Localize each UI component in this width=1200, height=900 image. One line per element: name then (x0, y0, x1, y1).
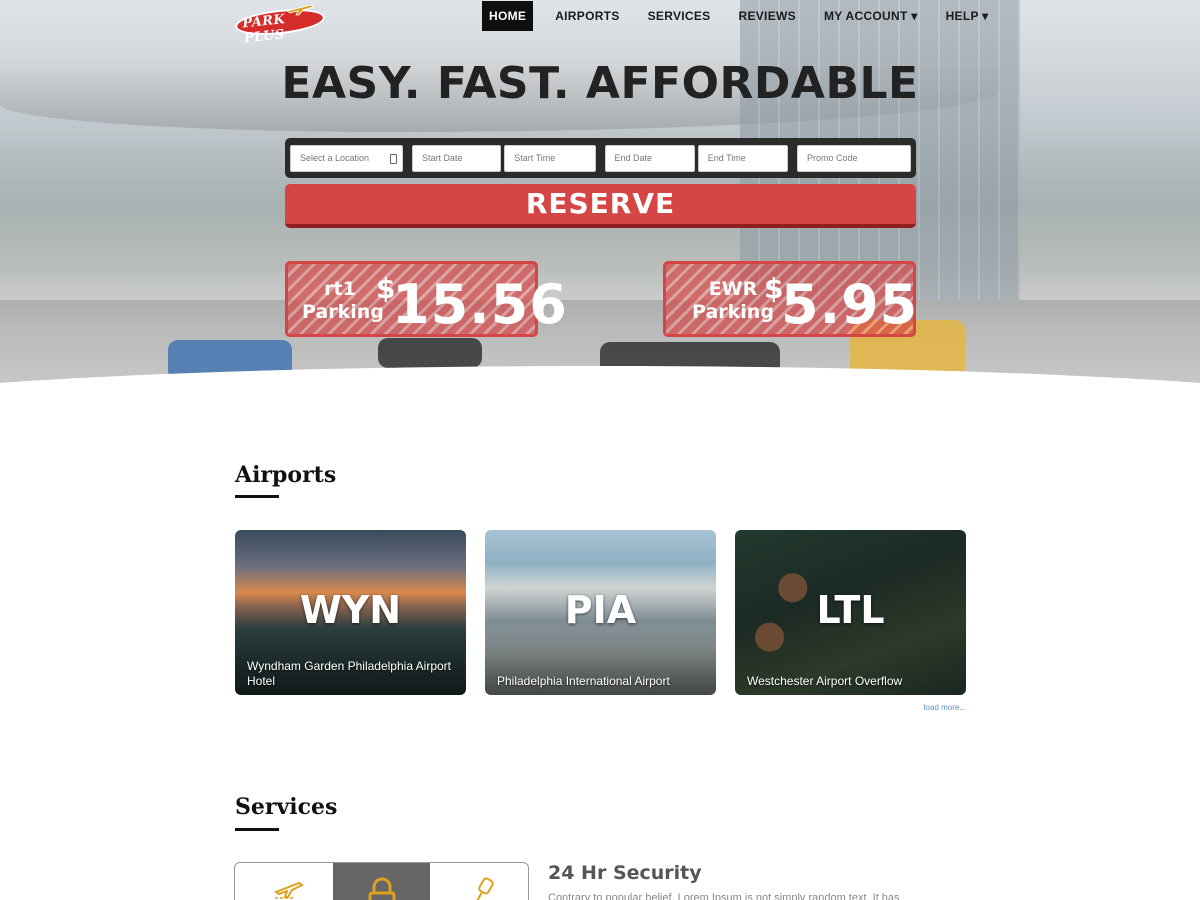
airport-card-pia[interactable]: PIA Philadelphia International Airport (485, 530, 716, 695)
airport-name: Wyndham Garden Philadelphia Airport Hote… (247, 659, 452, 688)
load-more-link[interactable]: load more... (924, 703, 966, 712)
main-nav: HOME AIRPORTS SERVICES REVIEWS MY ACCOUN… (482, 1, 1003, 31)
services-heading-underline (235, 828, 279, 831)
airplane-icon (273, 881, 304, 899)
airport-card-wyn[interactable]: WYN Wyndham Garden Philadelphia Airport … (235, 530, 466, 695)
nav-my-account-dropdown[interactable]: MY ACCOUNT ▾ (810, 1, 932, 31)
location-dropdown-icon (390, 153, 397, 164)
logo-airplane-icon (286, 4, 314, 16)
promo-price: 15.56 (392, 273, 568, 336)
promo-code-input[interactable]: Promo Code (797, 144, 911, 172)
service-tab-airport-transfer[interactable] (235, 863, 333, 900)
airport-code: LTL (816, 588, 885, 632)
nav-home[interactable]: HOME (482, 1, 534, 31)
airports-heading: Airports (235, 462, 337, 488)
reserve-button[interactable]: RESERVE (285, 184, 916, 228)
service-heading: 24 Hr Security (548, 862, 702, 884)
promo-type: Parking (302, 301, 384, 323)
hero-car (378, 338, 482, 368)
hero-bottom-curve (0, 366, 1200, 410)
end-time-input[interactable]: End Time (697, 144, 788, 172)
lock-icon (368, 877, 396, 900)
promo-label: rt1 Parking (302, 278, 384, 324)
services-heading: Services (235, 794, 338, 820)
reservation-form: Select a Location Start Date Start Time … (285, 138, 916, 178)
service-tab-security[interactable] (332, 863, 431, 900)
location-select[interactable]: Select a Location (290, 144, 403, 172)
start-date-input[interactable]: Start Date (412, 144, 502, 172)
service-tab-valet[interactable] (430, 863, 528, 900)
nav-airports[interactable]: AIRPORTS (541, 1, 633, 31)
airport-name: Philadelphia International Airport (497, 674, 670, 688)
promo-banner-rt1[interactable]: rt1 Parking $ 15.56 (285, 261, 567, 337)
promo-price: 5.95 (781, 273, 919, 336)
end-date-input[interactable]: End Date (604, 144, 695, 172)
service-description: Contrary to popular belief, Lorem Ipsum … (548, 892, 900, 900)
services-tabs (234, 862, 529, 900)
promo-code: rt1 (324, 278, 356, 300)
nav-services[interactable]: SERVICES (634, 1, 725, 31)
logo[interactable]: PARK PLUS (233, 4, 329, 46)
airport-code: PIA (564, 588, 637, 632)
airport-code: WYN (299, 588, 402, 632)
key-icon (476, 877, 495, 900)
hero-headline: EASY. FAST. AFFORDABLE (281, 58, 919, 109)
airports-heading-underline (235, 495, 279, 498)
start-time-input[interactable]: Start Time (504, 144, 596, 172)
nav-help-dropdown[interactable]: HELP ▾ (932, 1, 1003, 31)
location-select-placeholder: Select a Location (300, 152, 370, 163)
nav-reviews[interactable]: REVIEWS (724, 1, 809, 31)
airport-name: Westchester Airport Overflow (747, 674, 903, 688)
promo-banner-ewr[interactable]: EWR Parking $ 5.95 (663, 261, 919, 337)
airport-card-ltl[interactable]: LTL Westchester Airport Overflow (735, 530, 966, 695)
